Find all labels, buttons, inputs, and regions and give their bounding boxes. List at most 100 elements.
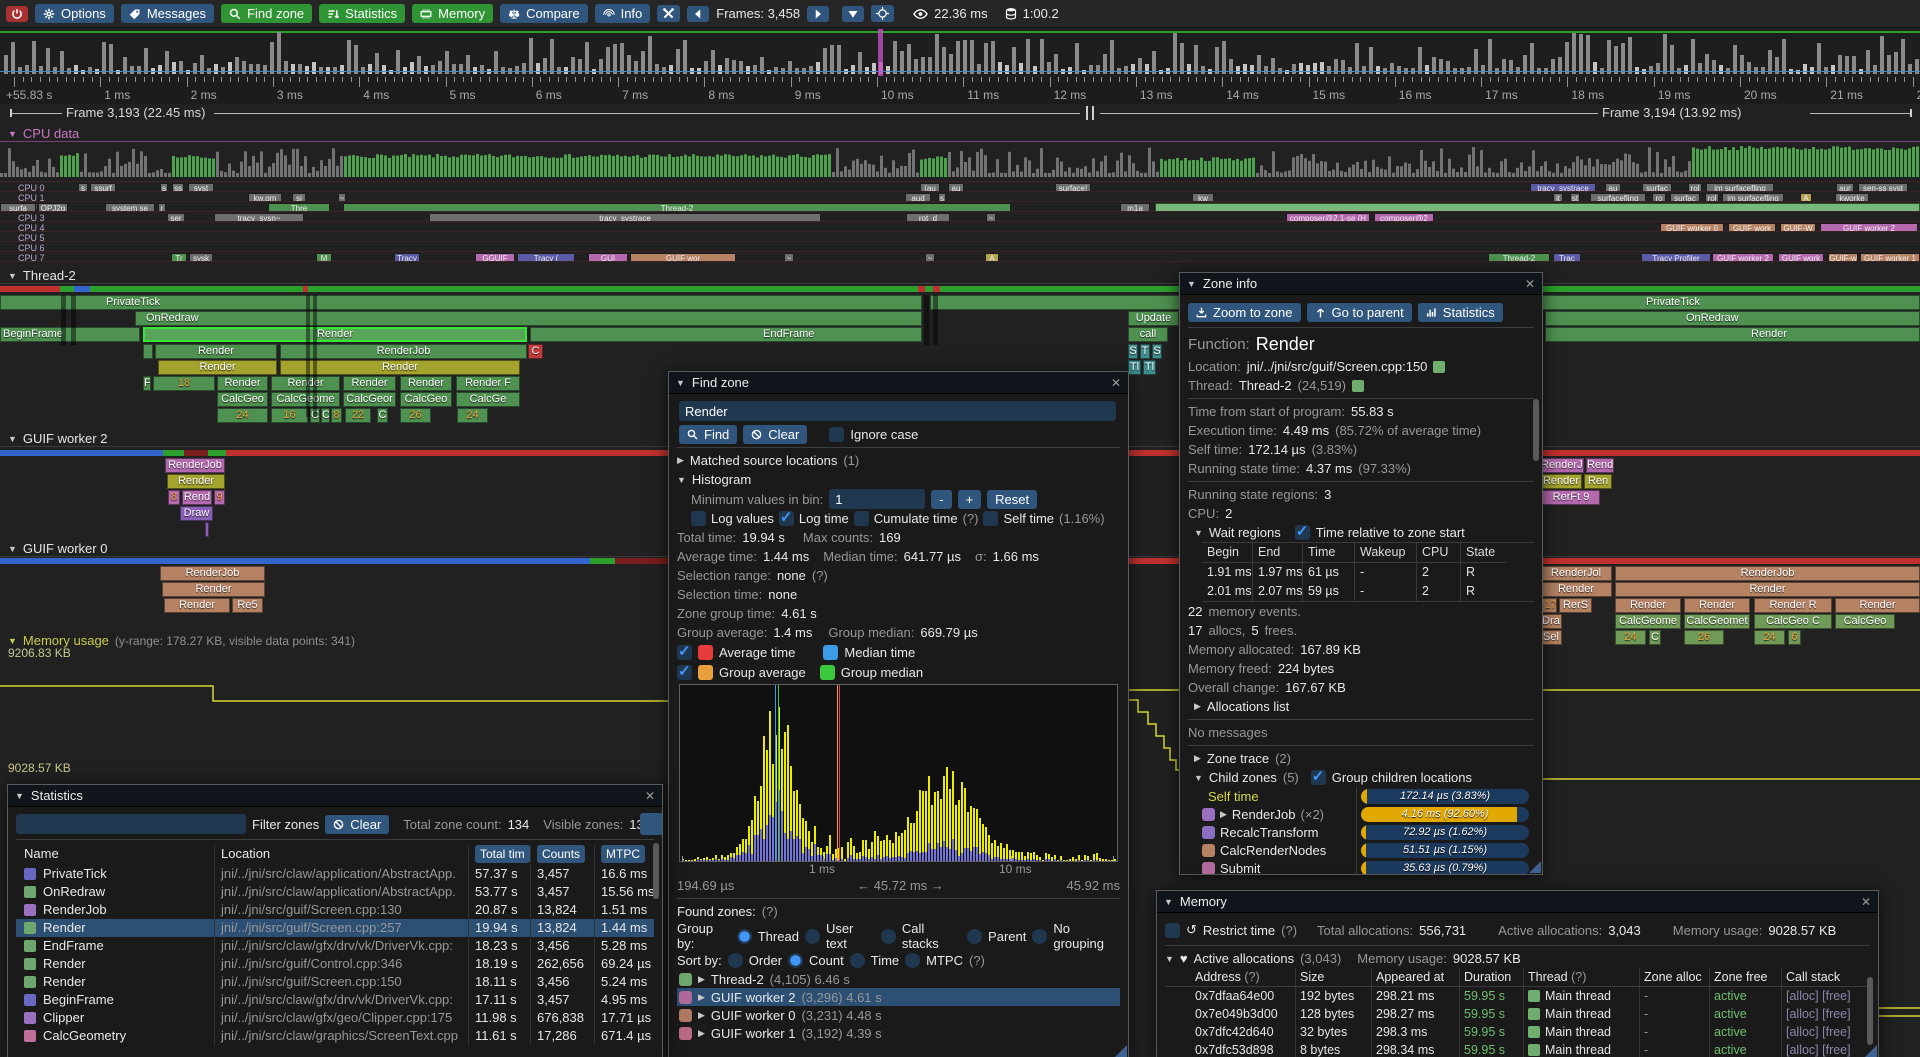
timeline-zone[interactable]: Dra bbox=[1540, 614, 1562, 629]
timeline-zone[interactable]: Update bbox=[1128, 311, 1179, 326]
timeline-zone[interactable]: BeginFrame bbox=[0, 327, 140, 342]
statistics-row[interactable]: CalcGeometryjni/../jni/src/claw/graphics… bbox=[16, 1027, 654, 1045]
zoom-to-zone-button[interactable]: Zoom to zone bbox=[1188, 303, 1301, 322]
restrict-time-checkbox[interactable] bbox=[1165, 923, 1180, 938]
timeline-zone[interactable]: Draw bbox=[180, 506, 213, 521]
found-zone-group[interactable]: ▶GUIF worker 0(3,231) 4.48 s bbox=[677, 1006, 1120, 1024]
sort-by-radio[interactable] bbox=[905, 953, 920, 968]
timeline-zone[interactable] bbox=[205, 522, 209, 537]
power-button[interactable] bbox=[6, 6, 28, 22]
child-zones-label[interactable]: Child zones bbox=[1209, 770, 1277, 785]
collapse-icon[interactable]: ▼ bbox=[1194, 773, 1203, 783]
statistics-button[interactable]: Statistics bbox=[319, 4, 405, 23]
timeline-zone[interactable]: Re5 bbox=[232, 598, 263, 613]
log-values-checkbox[interactable] bbox=[691, 511, 706, 526]
statistics-titlebar[interactable]: ▼Statistics✕ bbox=[8, 785, 662, 807]
wait-col-header[interactable]: Time bbox=[1302, 543, 1354, 563]
collapse-icon[interactable]: ▼ bbox=[1165, 954, 1174, 964]
timeline-zone[interactable]: RenderJob bbox=[165, 458, 225, 473]
scrollbar-thumb[interactable] bbox=[653, 843, 659, 899]
expand-icon[interactable]: ▶ bbox=[1220, 809, 1227, 820]
timeline-zone[interactable]: Render bbox=[1615, 582, 1920, 597]
statistics-row[interactable]: OnRedrawjni/../jni/src/claw/application/… bbox=[16, 883, 654, 901]
go-to-frame-button[interactable] bbox=[842, 6, 864, 22]
cumulate-time-checkbox[interactable] bbox=[854, 511, 869, 526]
close-icon[interactable]: ✕ bbox=[645, 789, 655, 803]
memory-col-header[interactable]: Zone alloc bbox=[1639, 968, 1709, 986]
memory-allocation-row[interactable]: 0x7dfaa64e00192 bytes298.21 ms59.95 sMai… bbox=[1165, 987, 1870, 1005]
timeline-zone[interactable]: 24 bbox=[457, 408, 488, 423]
timeline-zone[interactable]: F bbox=[143, 376, 151, 391]
statistics-row[interactable]: PrivateTickjni/../jni/src/claw/applicati… bbox=[16, 865, 654, 883]
sort-mtpc-button[interactable]: MTPC bbox=[601, 845, 645, 863]
timeline-zone[interactable]: RerFt 9 bbox=[1542, 490, 1600, 505]
log-time-checkbox[interactable] bbox=[779, 511, 794, 526]
timeline-zone[interactable]: 22 bbox=[345, 408, 371, 423]
address-cell[interactable]: 0x7dfc42d640 bbox=[1191, 1023, 1295, 1041]
memory-allocation-row[interactable]: 0x7dfc53d8988 bytes298.34 ms59.95 sMain … bbox=[1165, 1041, 1870, 1057]
histogram-plot[interactable] bbox=[679, 684, 1118, 862]
clear-button[interactable]: Clear bbox=[743, 425, 807, 444]
expand-icon[interactable]: ▶ bbox=[698, 1028, 705, 1039]
prev-frame-button[interactable] bbox=[687, 6, 709, 22]
wait-col-header[interactable]: Wakeup bbox=[1354, 543, 1416, 563]
address-cell[interactable]: 0x7dfaa64e00 bbox=[1191, 987, 1295, 1005]
find-zone-button[interactable]: Find zone bbox=[221, 4, 312, 23]
memory-col-header[interactable]: Appeared at bbox=[1371, 968, 1459, 986]
collapse-icon[interactable]: ▼ bbox=[676, 378, 685, 388]
statistics-row[interactable]: Clipperjni/../jni/src/claw/gfx/geo/Clipp… bbox=[16, 1009, 654, 1027]
group-by-radio[interactable] bbox=[805, 929, 820, 944]
timeline-zone[interactable]: Render F bbox=[456, 376, 520, 391]
timeline-zone[interactable]: S bbox=[1152, 344, 1162, 359]
statistics-row[interactable]: Renderjni/../jni/src/guif/Screen.cpp:257… bbox=[16, 919, 654, 937]
tools-button[interactable] bbox=[657, 5, 680, 22]
memory-allocation-row[interactable]: 0x7dfc42d64032 bytes298.3 ms59.95 sMain … bbox=[1165, 1023, 1870, 1041]
found-zone-group[interactable]: ▶Thread-2(4,105) 6.46 s bbox=[677, 970, 1120, 988]
timeline-zone[interactable]: Render bbox=[164, 598, 230, 613]
active-allocations-label[interactable]: Active allocations bbox=[1194, 951, 1294, 966]
scrollbar-thumb[interactable] bbox=[1533, 399, 1539, 461]
help-icon[interactable]: (?) bbox=[812, 568, 828, 583]
scrollbar-thumb[interactable] bbox=[1867, 977, 1873, 1045]
group-by-option[interactable]: Call stacks bbox=[902, 921, 961, 951]
timeline-zone[interactable]: Rend bbox=[182, 490, 212, 505]
messages-button[interactable]: Messages bbox=[121, 4, 214, 23]
collapse-icon[interactable]: ▼ bbox=[1187, 279, 1196, 289]
resize-grip[interactable] bbox=[1529, 861, 1541, 873]
expand-icon[interactable]: ▶ bbox=[698, 992, 705, 1003]
group-by-option[interactable]: User text bbox=[826, 921, 875, 951]
sort-by-radio[interactable] bbox=[788, 953, 803, 968]
collapse-icon[interactable]: ▼ bbox=[8, 544, 17, 554]
timeline-zone[interactable]: Ren bbox=[1584, 474, 1612, 489]
timeline-zone[interactable]: 18 bbox=[153, 376, 215, 391]
expand-icon[interactable]: ▶ bbox=[698, 974, 705, 985]
timeline-zone[interactable]: EndFrame bbox=[530, 327, 922, 342]
help-icon[interactable]: (?) bbox=[1281, 923, 1297, 938]
statistics-row[interactable]: EndFramejni/../jni/src/claw/gfx/drv/vk/D… bbox=[16, 937, 654, 955]
expand-icon[interactable]: ▶ bbox=[677, 455, 684, 466]
timeline-zone[interactable]: Render bbox=[1684, 598, 1750, 613]
timeline-zone[interactable]: RenderJo bbox=[1540, 458, 1584, 473]
group-by-option[interactable]: Parent bbox=[988, 929, 1026, 944]
timeline-zone[interactable]: CalcGeo C bbox=[1754, 614, 1832, 629]
timeline-zone[interactable]: CalcGeomet bbox=[1684, 614, 1750, 629]
column-name[interactable]: Name bbox=[24, 845, 59, 863]
timeline-zone[interactable]: 24 bbox=[217, 408, 268, 423]
timeline-zone[interactable]: C bbox=[321, 408, 330, 423]
group-children-checkbox[interactable] bbox=[1311, 770, 1326, 785]
timeline-zone[interactable]: RerS bbox=[1559, 598, 1592, 613]
column-location[interactable]: Location bbox=[221, 846, 270, 861]
timeline-zone[interactable]: CalcGeo bbox=[217, 392, 268, 407]
expand-icon[interactable]: ▶ bbox=[1194, 753, 1201, 764]
memory-col-header[interactable]: Call stack bbox=[1781, 968, 1870, 986]
help-icon[interactable]: (?) bbox=[762, 904, 778, 919]
timeline-zone[interactable]: Render bbox=[167, 474, 225, 489]
pan-left-icon[interactable]: ← bbox=[857, 878, 870, 893]
sort-by-radio[interactable] bbox=[850, 953, 865, 968]
min-bin-input[interactable]: 1 bbox=[829, 489, 925, 509]
statistics-row[interactable]: Renderjni/../jni/src/guif/Control.cpp:34… bbox=[16, 955, 654, 973]
pan-right-icon[interactable]: → bbox=[931, 878, 944, 893]
wait-regions-label[interactable]: Wait regions bbox=[1209, 525, 1281, 540]
timeline-zone[interactable]: Rend bbox=[1586, 458, 1614, 473]
call-stack-cell[interactable]: [alloc] [free] bbox=[1781, 1023, 1870, 1041]
